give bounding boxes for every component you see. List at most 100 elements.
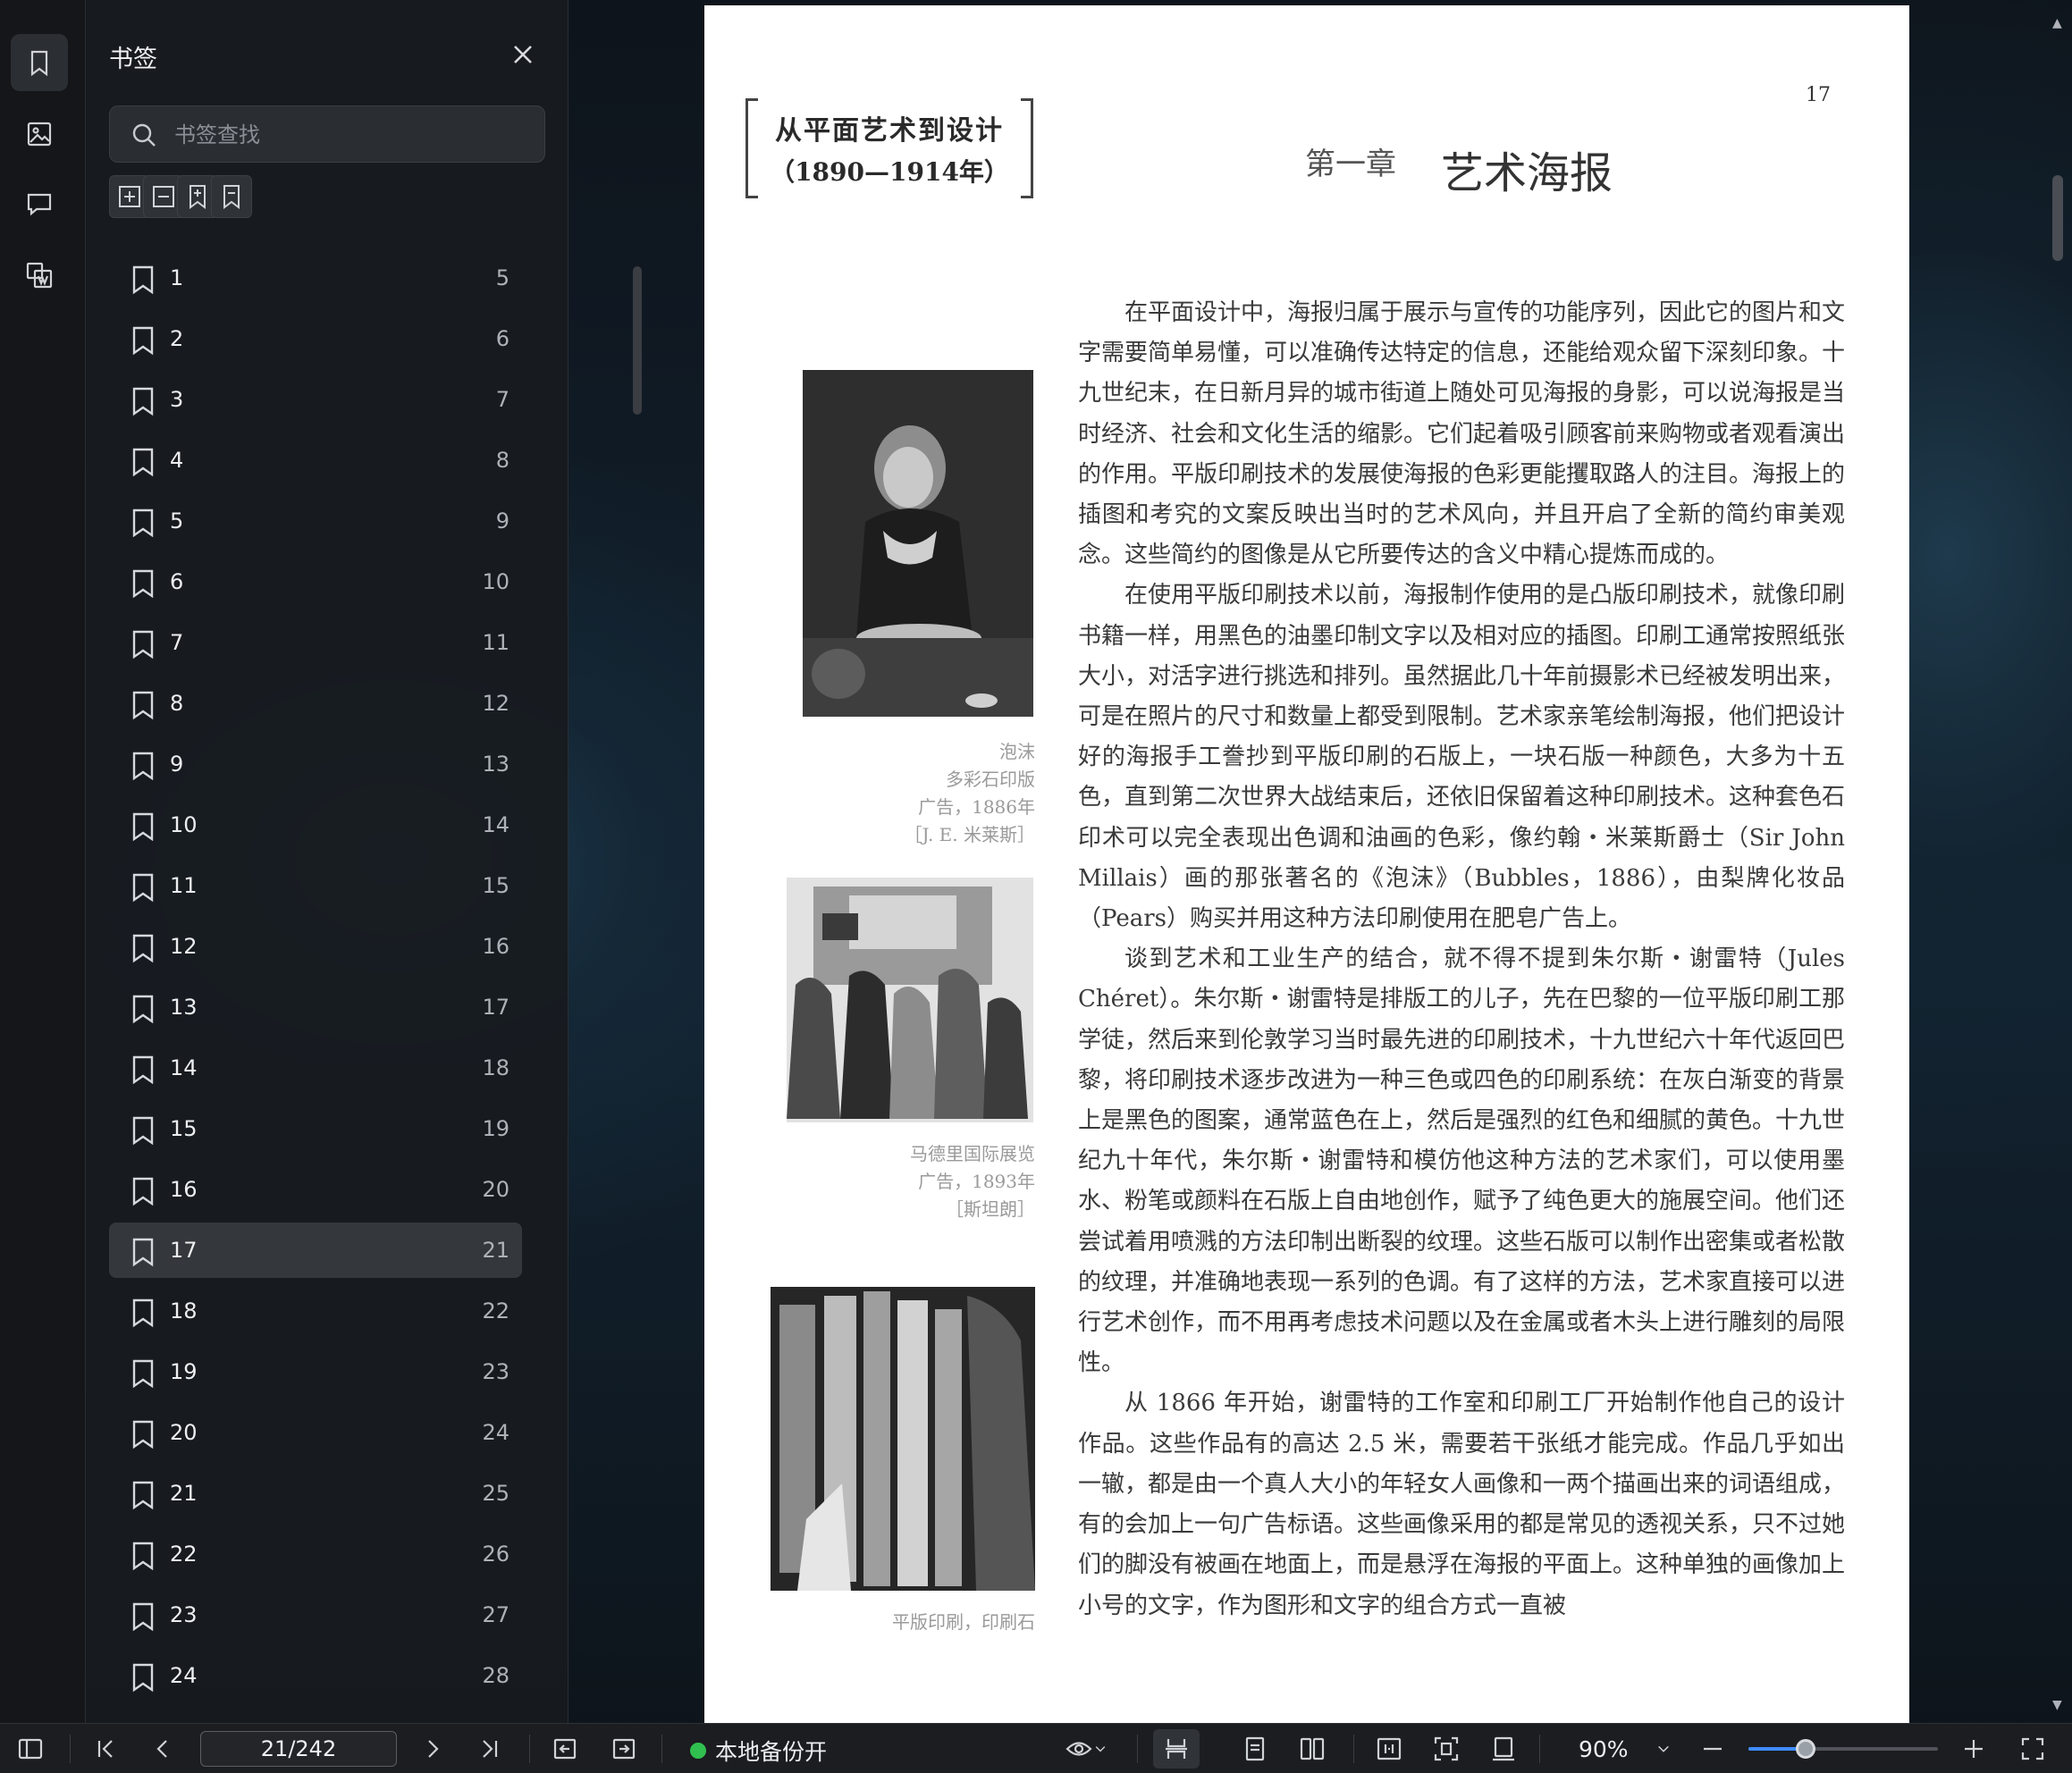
page-number-input[interactable]: 21/242	[200, 1731, 397, 1767]
fit-page-button[interactable]	[1428, 1733, 1464, 1765]
bookmark-search-field[interactable]	[109, 105, 545, 163]
single-page-icon	[1245, 1736, 1265, 1761]
rail-bookmark-button[interactable]	[11, 34, 68, 91]
bookmark-item[interactable]: 20 24	[109, 1405, 522, 1460]
caption-line: 马德里国际展览	[910, 1143, 1035, 1164]
bookmark-item[interactable]: 9 13	[109, 736, 522, 792]
bookmark-label: 18	[170, 1298, 198, 1323]
document-scrollbar-thumb[interactable]	[2052, 175, 2063, 261]
bookmark-page-number: 28	[482, 1663, 510, 1688]
paragraph: 从 1866 年开始，谢雷特的工作室和印刷工厂开始制作他自己的设计作品。这些作品…	[1078, 1390, 1846, 1619]
bookmark-page-number: 8	[495, 448, 510, 473]
bookmark-label: 22	[170, 1542, 198, 1567]
panel-scrollbar[interactable]	[633, 266, 642, 415]
lithography-stones-image	[771, 1287, 1035, 1591]
bookmark-item[interactable]: 26	[109, 311, 522, 366]
bookmark-search-input[interactable]	[174, 117, 532, 153]
last-page-button[interactable]	[474, 1733, 506, 1765]
first-page-button[interactable]	[89, 1733, 122, 1765]
bracket-left	[745, 98, 758, 198]
chapter-title: 艺术海报	[1441, 148, 1613, 198]
bookmark-item[interactable]: 15	[109, 250, 522, 306]
comment-icon	[27, 193, 52, 216]
bookmark-icon	[132, 1481, 154, 1510]
toggle-sidebar-button[interactable]	[14, 1733, 46, 1765]
single-page-button[interactable]	[1237, 1733, 1273, 1765]
bookmark-item[interactable]: 59	[109, 493, 522, 549]
caption-lithography: 平版印刷，印刷石	[812, 1609, 1035, 1636]
bookmark-label: 21	[170, 1481, 198, 1506]
paragraph: 在平面设计中，海报归属于展示与宣传的功能序列，因此它的图片和文字需要简单易懂，可…	[1078, 299, 1846, 569]
bookmark-item[interactable]: 6 10	[109, 554, 522, 609]
next-page-button[interactable]	[417, 1733, 449, 1765]
zoom-out-button[interactable]	[1697, 1733, 1729, 1765]
bookmark-item[interactable]: 18 22	[109, 1283, 522, 1339]
bookmark-item[interactable]: 17 21	[109, 1223, 522, 1278]
zoom-slider[interactable]	[1748, 1739, 1938, 1759]
eye-protection-dropdown[interactable]	[1060, 1733, 1114, 1765]
bookmark-item[interactable]: 11 15	[109, 858, 522, 913]
bookmark-item[interactable]: 8 12	[109, 676, 522, 731]
zoom-level[interactable]: 90%	[1579, 1736, 1629, 1762]
bookmark-page-number: 6	[495, 326, 510, 351]
bookmark-icon	[132, 812, 154, 842]
scroll-down-arrow[interactable]: ▼	[2052, 1698, 2062, 1712]
bookmark-item[interactable]: 37	[109, 372, 522, 427]
fullscreen-button[interactable]	[2017, 1733, 2049, 1765]
bookmark-page-number: 9	[495, 508, 510, 534]
bookmark-label: 10	[170, 812, 198, 837]
collapse-all-icon	[153, 186, 174, 207]
local-backup-status[interactable]: 本地备份开	[688, 1735, 827, 1767]
bookmark-item[interactable]: 48	[109, 433, 522, 488]
bookmark-item[interactable]: 12 16	[109, 919, 522, 974]
rail-thumbnails-button[interactable]	[11, 105, 68, 163]
rail-extract-button[interactable]	[11, 247, 68, 304]
close-panel-button[interactable]	[508, 39, 538, 70]
zoom-dropdown-button[interactable]	[1650, 1733, 1677, 1765]
double-page-icon	[1300, 1737, 1325, 1760]
actual-size-button[interactable]	[1486, 1733, 1521, 1765]
remove-bookmark-button[interactable]	[211, 175, 252, 218]
bookmark-item[interactable]: 10 14	[109, 797, 522, 853]
bookmark-page-number: 13	[482, 752, 510, 777]
bookmark-page-number: 14	[482, 812, 510, 837]
bookmark-item[interactable]: 13 17	[109, 979, 522, 1035]
bookmark-item[interactable]: 15 19	[109, 1101, 522, 1156]
bookmark-page-number: 18	[482, 1055, 510, 1080]
bookmark-page-number: 25	[482, 1481, 510, 1506]
bookmark-icon	[132, 1055, 154, 1085]
go-back-button[interactable]	[549, 1733, 581, 1765]
image-icon	[27, 122, 52, 147]
go-forward-button[interactable]	[608, 1733, 640, 1765]
scroll-up-arrow[interactable]: ▲	[2052, 16, 2062, 30]
toolbar-divider	[529, 1735, 530, 1763]
actual-size-icon	[1493, 1736, 1514, 1761]
bookmark-item[interactable]: 16 20	[109, 1162, 522, 1217]
single-page-scroll-button[interactable]	[1153, 1729, 1200, 1769]
banner-line-2: （1890—1914年）	[770, 157, 1009, 187]
bookmark-item[interactable]: 22 26	[109, 1526, 522, 1582]
bookmark-item[interactable]: 21 25	[109, 1466, 522, 1521]
document-page: 17 从平面艺术到设计 （1890—1914年） 第一章 艺术海报 泡沫 多彩石…	[704, 5, 1909, 1723]
bookmark-page-number: 27	[482, 1602, 510, 1627]
toolbar-divider	[1539, 1735, 1540, 1763]
bookmark-item[interactable]: 24 28	[109, 1648, 522, 1703]
zoom-in-button[interactable]	[1958, 1733, 1990, 1765]
bookmark-page-number: 23	[482, 1359, 510, 1384]
fit-width-button[interactable]	[1371, 1733, 1407, 1765]
double-page-button[interactable]	[1294, 1733, 1330, 1765]
zoom-slider-handle[interactable]	[1795, 1739, 1815, 1759]
forward-icon	[612, 1738, 636, 1760]
bookmark-item[interactable]: 14 18	[109, 1040, 522, 1096]
bookmark-label: 3	[170, 387, 184, 412]
bookmark-icon	[132, 1420, 154, 1449]
caption-line: 平版印刷，印刷石	[892, 1611, 1035, 1633]
bookmark-icon	[132, 1298, 154, 1328]
bookmark-item[interactable]: 19 23	[109, 1344, 522, 1399]
rail-comments-button[interactable]	[11, 175, 68, 232]
last-page-icon	[483, 1740, 498, 1758]
bookmark-item[interactable]: 7 11	[109, 615, 522, 670]
bookmark-label: 13	[170, 995, 198, 1020]
bookmark-item[interactable]: 23 27	[109, 1587, 522, 1643]
previous-page-button[interactable]	[147, 1733, 179, 1765]
